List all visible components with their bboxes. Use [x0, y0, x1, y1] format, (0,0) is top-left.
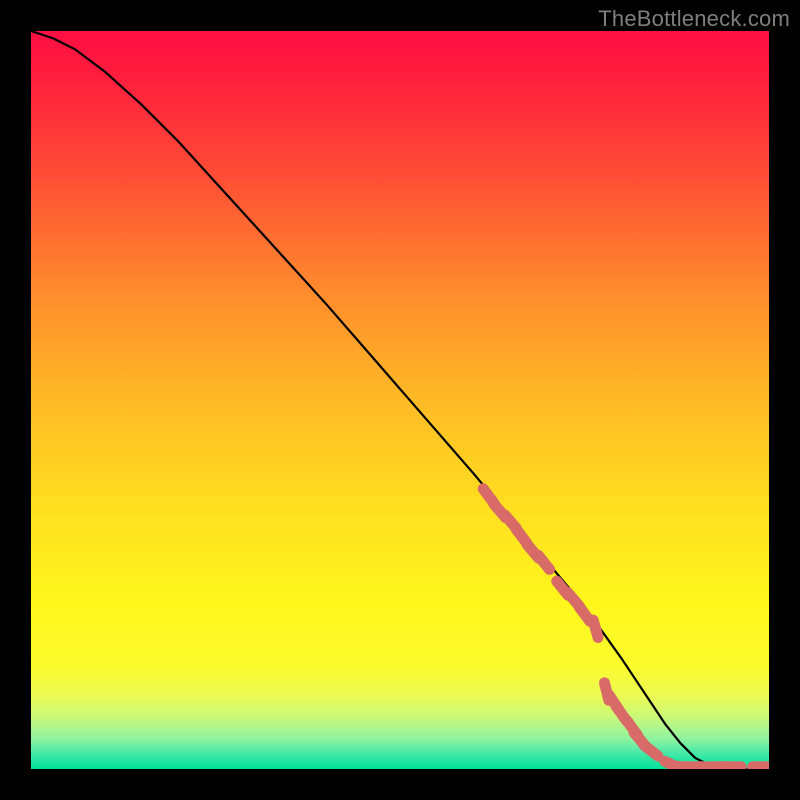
watermark-text: TheBottleneck.com	[598, 6, 790, 32]
chart-plot-area	[31, 31, 769, 769]
marker-dash	[644, 745, 658, 756]
chart-svg	[31, 31, 769, 769]
bottleneck-curve	[31, 31, 769, 769]
marker-dash	[593, 620, 598, 637]
marker-dash	[538, 555, 549, 569]
